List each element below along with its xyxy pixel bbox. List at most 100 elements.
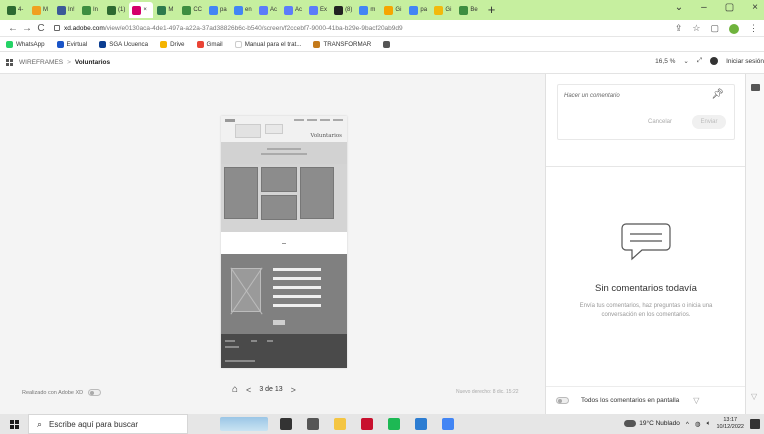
menu-icon[interactable]: ⋮ bbox=[749, 23, 758, 34]
browser-tab[interactable]: Ac bbox=[256, 2, 280, 18]
restore-icon[interactable]: ▢ bbox=[725, 2, 734, 13]
notifications-icon[interactable] bbox=[750, 419, 760, 429]
browser-tab[interactable]: × bbox=[129, 2, 154, 18]
new-tab-button[interactable]: + bbox=[488, 2, 496, 18]
hotspot-toggle[interactable] bbox=[88, 389, 102, 396]
bookmark-label: TRANSFORMAR bbox=[323, 40, 372, 48]
zoom-chevron-icon[interactable]: ⌄ bbox=[683, 57, 688, 65]
browser-tab[interactable]: In bbox=[79, 2, 103, 18]
taskbar-app-icon[interactable] bbox=[388, 418, 400, 430]
browser-tab[interactable]: Gi bbox=[431, 2, 455, 18]
taskbar-app-icon[interactable] bbox=[442, 418, 454, 430]
bookmark-item[interactable]: TRANSFORMAR bbox=[313, 40, 372, 48]
forward-icon[interactable]: → bbox=[20, 23, 34, 34]
browser-tab[interactable]: m bbox=[356, 2, 380, 18]
artboard-form-section bbox=[221, 254, 347, 334]
close-icon[interactable]: × bbox=[752, 2, 758, 13]
tab-label: en bbox=[245, 7, 252, 13]
cloud-icon bbox=[624, 420, 637, 428]
browser-tab[interactable]: (1) bbox=[104, 2, 128, 18]
browser-tab[interactable]: M bbox=[154, 2, 178, 18]
browser-tab[interactable]: Gi bbox=[381, 2, 405, 18]
reload-icon[interactable]: C bbox=[34, 23, 48, 34]
taskbar-app-icon[interactable] bbox=[280, 418, 292, 430]
bookmark-item[interactable]: WhatsApp bbox=[6, 40, 45, 48]
comment-input[interactable]: Hacer un comentario bbox=[564, 93, 620, 99]
browser-tab[interactable]: (8) bbox=[331, 2, 355, 18]
bookmark-item[interactable]: Manual para el trat... bbox=[234, 40, 302, 48]
taskbar-app-icon[interactable] bbox=[361, 418, 373, 430]
comments-icon[interactable] bbox=[751, 84, 760, 91]
bookmark-item[interactable]: Evirtual bbox=[56, 40, 87, 48]
taskbar-app-icon[interactable] bbox=[415, 418, 427, 430]
comments-panel: Hacer un comentario 📌︎ Cancelar Enviar S… bbox=[545, 74, 746, 414]
tab-favicon-icon bbox=[107, 5, 116, 15]
apps-grid-icon[interactable] bbox=[6, 59, 13, 66]
cancel-button[interactable]: Cancelar bbox=[648, 119, 672, 125]
clock[interactable]: 13:17 10/12/2022 bbox=[716, 417, 744, 431]
profile-avatar[interactable] bbox=[729, 23, 739, 34]
browser-tab[interactable]: en bbox=[231, 2, 255, 18]
tab-favicon-icon bbox=[157, 5, 167, 15]
prototype-canvas: Voluntarios Realizado con Adobe XD ⌂ < 3… bbox=[0, 74, 545, 414]
tab-label: (8) bbox=[345, 7, 353, 13]
network-icon[interactable]: ◍ bbox=[695, 420, 701, 428]
comment-composer: Hacer un comentario 📌︎ Cancelar Enviar bbox=[557, 84, 735, 140]
browser-tab[interactable]: Be bbox=[456, 2, 480, 18]
bookmark-item[interactable]: SGA Ucuenca bbox=[99, 40, 148, 48]
back-icon[interactable]: ← bbox=[6, 23, 20, 34]
bookmark-item[interactable]: Drive bbox=[160, 40, 185, 48]
browser-tab[interactable]: pa bbox=[206, 2, 230, 18]
star-icon[interactable]: ☆ bbox=[692, 23, 700, 34]
help-icon[interactable] bbox=[710, 57, 719, 65]
browser-tab[interactable]: 4- bbox=[4, 2, 28, 18]
next-screen-button[interactable]: > bbox=[291, 385, 296, 395]
browser-tab[interactable]: Ac bbox=[281, 2, 305, 18]
start-button[interactable] bbox=[0, 419, 28, 429]
weather-widget-image[interactable] bbox=[220, 417, 268, 431]
filter-icon[interactable]: ▽ bbox=[693, 396, 699, 405]
tab-favicon-icon bbox=[209, 5, 219, 15]
signin-link[interactable]: Iniciar sesión bbox=[726, 58, 764, 65]
address-bar-actions: ⇪ ☆ ▢ ⋮ bbox=[675, 23, 758, 34]
bookmark-item[interactable]: Gmail bbox=[196, 40, 223, 48]
taskbar-app-icon[interactable] bbox=[307, 418, 319, 430]
tab-favicon-icon bbox=[57, 5, 66, 15]
tab-label: × bbox=[143, 7, 147, 13]
bookmark-item[interactable] bbox=[383, 40, 393, 48]
browser-tab[interactable]: Ex bbox=[306, 2, 330, 18]
breadcrumb-root[interactable]: WIREFRAMES bbox=[19, 59, 63, 66]
right-tool-strip: ▽ bbox=[745, 74, 764, 414]
tray-chevron-icon[interactable]: ^ bbox=[686, 421, 689, 428]
bookmark-label: Manual para el trat... bbox=[244, 40, 302, 48]
browser-tab[interactable]: CC bbox=[179, 2, 205, 18]
image-placeholder bbox=[231, 268, 261, 312]
tab-label: Ac bbox=[295, 7, 303, 13]
filter-strip-icon[interactable]: ▽ bbox=[751, 392, 757, 401]
zoom-level[interactable]: 16,5 % bbox=[655, 58, 675, 65]
home-icon[interactable]: ⌂ bbox=[232, 384, 238, 395]
minimize-icon[interactable]: – bbox=[701, 2, 707, 13]
tab-favicon-icon bbox=[384, 5, 394, 15]
weather-status[interactable]: 19°C Nublado bbox=[624, 420, 680, 428]
show-all-comments-toggle[interactable] bbox=[556, 397, 569, 404]
send-button[interactable]: Enviar bbox=[692, 115, 726, 129]
browser-tab[interactable]: M bbox=[29, 2, 53, 18]
bookmark-label: WhatsApp bbox=[16, 40, 45, 48]
pin-icon[interactable]: 📌︎ bbox=[711, 89, 724, 100]
artboard-preview[interactable]: Voluntarios bbox=[221, 116, 347, 368]
fullscreen-icon[interactable]: ⤢ bbox=[697, 57, 702, 65]
bookmark-favicon-icon bbox=[160, 40, 168, 48]
tab-favicon-icon bbox=[284, 5, 294, 15]
comments-footer: Todos los comentarios en pantalla ▽ bbox=[546, 386, 746, 414]
url-field[interactable]: xd.adobe.com/view/e0130aca-4de1-497a-a22… bbox=[54, 25, 634, 32]
side-panel-icon[interactable]: ▢ bbox=[710, 23, 719, 34]
browser-tab[interactable]: pa bbox=[406, 2, 430, 18]
taskbar-search[interactable]: ⌕ Escribe aquí para buscar bbox=[28, 414, 188, 434]
taskbar-app-icon[interactable] bbox=[334, 418, 346, 430]
browser-tab[interactable]: In! bbox=[54, 2, 78, 18]
prev-screen-button[interactable]: < bbox=[246, 385, 251, 395]
volume-icon[interactable]: 🔈︎ bbox=[707, 420, 711, 428]
share-icon[interactable]: ⇪ bbox=[675, 23, 683, 34]
tab-search-icon[interactable]: ⌄ bbox=[675, 2, 683, 13]
